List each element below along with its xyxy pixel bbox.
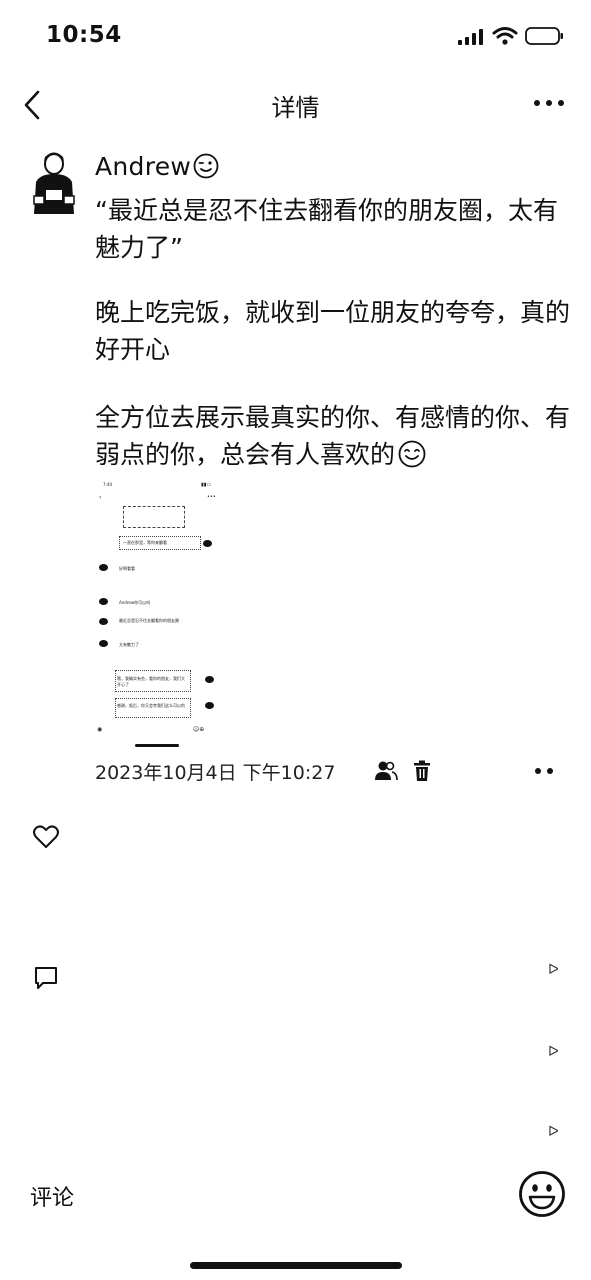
- thumb-line-5: 太有魅力了: [119, 642, 139, 647]
- author-name[interactable]: Andrew: [95, 152, 191, 181]
- edge-mark: ᐅ: [548, 1044, 559, 1060]
- wifi-icon: [492, 27, 518, 45]
- more-button[interactable]: [532, 97, 566, 109]
- edge-mark: ᐅ: [548, 962, 559, 978]
- people-icon[interactable]: [373, 760, 399, 782]
- author-row: Andrew: [95, 152, 219, 181]
- edge-mark: ᐅ: [548, 1124, 559, 1140]
- thumb-emoji-icon: ☺⊕: [193, 726, 205, 733]
- thumb-voice-icon: ◉: [97, 726, 103, 733]
- wink-emoji-icon: [193, 153, 219, 179]
- thumb-home-indicator: [135, 744, 179, 747]
- post-image-thumbnail[interactable]: 7:40 ▮▮▭ ‹ ••• 一直在那里，等你来翻看 好啊看看 Andrew你可…: [93, 478, 223, 752]
- post-timestamp: 2023年10月4日 下午10:27: [95, 762, 336, 784]
- emoji-face-icon[interactable]: [518, 1170, 566, 1218]
- thumb-line-6: 哦，我确实有些，看你的朋友，我们大开心了: [117, 676, 185, 687]
- trash-icon[interactable]: [412, 760, 432, 782]
- action-more-button[interactable]: [533, 766, 557, 776]
- thumb-avatar: [99, 598, 108, 605]
- home-indicator: [190, 1262, 402, 1269]
- comment-input[interactable]: 评论: [30, 1180, 74, 1212]
- page-title: 详情: [271, 94, 320, 122]
- thumb-back-icon: ‹: [99, 494, 102, 501]
- smile-emoji-icon: [398, 440, 426, 468]
- battery-icon: [525, 27, 563, 45]
- thumb-avatar: [203, 540, 212, 547]
- post-paragraph-1: “最近总是忍不住去翻看你的朋友圈，太有魅力了”: [95, 196, 558, 262]
- signal-icon: [458, 29, 484, 45]
- thumb-status-icons: ▮▮▭: [201, 482, 212, 488]
- comment-bubble-icon[interactable]: [33, 966, 59, 990]
- avatar[interactable]: [30, 152, 78, 218]
- heart-icon[interactable]: [33, 825, 59, 849]
- thumb-line-7: 感谢，饭后，你又会夸我们这么可以的: [117, 703, 185, 708]
- thumb-line-4: 最近总是忍不住去翻看你的朋友圈: [119, 618, 179, 623]
- post-paragraph-2: 晚上吃完饭，就收到一位朋友的夸夸，真的好开心: [95, 298, 571, 364]
- thumb-blurred-text: [123, 506, 185, 528]
- post-paragraph-3: 全方位去展示最真实的你、有感情的你、有弱点的你，总会有人喜欢的: [95, 403, 571, 469]
- thumb-avatar: [205, 676, 214, 683]
- thumb-avatar: [99, 640, 108, 647]
- thumb-line-1: 一直在那里，等你来翻看: [123, 540, 167, 545]
- thumb-avatar: [99, 618, 108, 625]
- thumb-time: 7:40: [103, 482, 112, 487]
- thumb-avatar: [99, 564, 108, 571]
- thumb-line-3: Andrew你可以吗: [119, 600, 151, 605]
- thumb-more-icon: •••: [207, 494, 216, 500]
- status-time: 10:54: [46, 22, 122, 48]
- thumb-avatar: [205, 702, 214, 709]
- thumb-line-2: 好啊看看: [119, 566, 135, 571]
